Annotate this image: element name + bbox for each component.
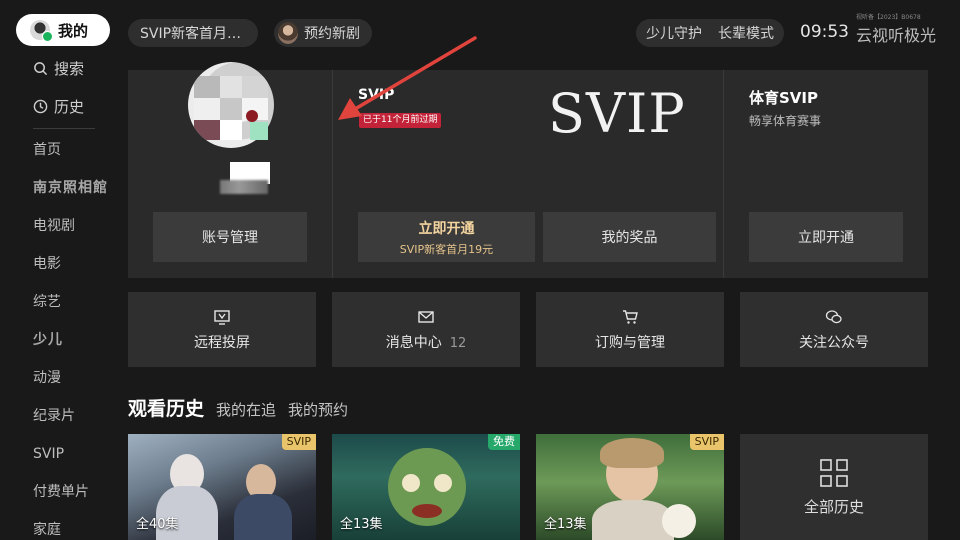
nav-item-svip[interactable]: SVIP bbox=[33, 444, 108, 482]
brand-block: 视听备【2023】B0678 云视听极光 bbox=[856, 12, 937, 46]
remote-cast-tile[interactable]: 远程投屏 bbox=[128, 292, 316, 367]
sports-svip-title: 体育SVIP bbox=[749, 89, 818, 107]
history-poster[interactable]: SVIP 全13集 bbox=[536, 434, 724, 540]
message-center-tile[interactable]: 消息中心 12 bbox=[332, 292, 520, 367]
nav-item-documentary[interactable]: 纪录片 bbox=[33, 406, 108, 444]
user-avatar-icon bbox=[30, 20, 53, 42]
nav-me[interactable]: 我的 bbox=[16, 14, 110, 46]
message-count: 12 bbox=[449, 335, 467, 351]
nav-item-anime[interactable]: 动漫 bbox=[33, 368, 108, 406]
nav-history-label: 历史 bbox=[54, 98, 85, 116]
follow-wechat-tile[interactable]: 关注公众号 bbox=[740, 292, 928, 367]
nav-item-paid-movies[interactable]: 付费单片 bbox=[33, 482, 108, 520]
history-poster[interactable]: 免费 全13集 bbox=[332, 434, 520, 540]
tab-watch-history[interactable]: 观看历史 bbox=[128, 394, 204, 421]
nav-item-variety[interactable]: 综艺 bbox=[33, 292, 108, 330]
brand-logo: 云视听极光 bbox=[856, 26, 937, 45]
kids-guard-button[interactable]: 少儿守护 bbox=[646, 23, 702, 43]
tab-reserved[interactable]: 我的预约 bbox=[288, 399, 348, 420]
open-svip-sublabel: SVIP新客首月19元 bbox=[399, 242, 494, 256]
reserve-new-series-pill[interactable]: 预约新剧 bbox=[274, 19, 372, 47]
poster-figure bbox=[434, 474, 452, 492]
nav-item-family[interactable]: 家庭 bbox=[33, 520, 108, 540]
nav-history[interactable]: 历史 bbox=[33, 96, 84, 117]
tab-following[interactable]: 我的在追 bbox=[216, 399, 276, 420]
my-prizes-button[interactable]: 我的奖品 bbox=[543, 212, 716, 262]
sports-svip-subtitle: 畅享体育赛事 bbox=[749, 114, 822, 128]
mail-icon bbox=[418, 310, 434, 323]
tv-cast-icon bbox=[214, 309, 230, 325]
orders-tile[interactable]: 订购与管理 bbox=[536, 292, 724, 367]
nav-item-tv-series[interactable]: 电视剧 bbox=[33, 216, 108, 254]
card-divider bbox=[723, 70, 724, 278]
all-history-tile[interactable]: 全部历史 bbox=[740, 434, 928, 540]
poster-figure bbox=[402, 474, 420, 492]
nav-search-label: 搜索 bbox=[54, 60, 85, 78]
remote-cast-label: 远程投屏 bbox=[194, 334, 250, 351]
account-manage-label: 账号管理 bbox=[202, 230, 258, 246]
sidebar-divider bbox=[33, 128, 95, 129]
search-icon bbox=[34, 62, 48, 76]
expiry-badge: 已于11个月前过期 bbox=[359, 113, 442, 128]
svip-badge: SVIP bbox=[281, 434, 316, 450]
svip-badge: SVIP bbox=[689, 434, 724, 450]
card-divider bbox=[332, 70, 333, 278]
nav-item-nanjing-photo-studio[interactable]: 南京照相館 bbox=[33, 178, 108, 216]
all-history-label: 全部历史 bbox=[803, 497, 864, 516]
user-avatar-mosaic bbox=[186, 62, 278, 194]
license-text: 视听备【2023】B0678 bbox=[856, 14, 921, 21]
orders-label: 订购与管理 bbox=[595, 334, 665, 351]
open-svip-label: 立即开通 bbox=[418, 220, 475, 237]
username-blurred bbox=[220, 180, 268, 194]
svip-promo-label: SVIP新客首月19元 bbox=[140, 26, 246, 42]
sidebar: 我的 搜索 历史 首页 南京照相館 电视剧 电影 综艺 少儿 动漫 纪录片 SV… bbox=[0, 0, 112, 540]
follow-wechat-label: 关注公众号 bbox=[799, 334, 869, 351]
poster-figure bbox=[600, 438, 664, 468]
open-svip-button[interactable]: 立即开通 SVIP新客首月19元 bbox=[358, 212, 535, 262]
reserve-label: 预约新剧 bbox=[304, 26, 360, 42]
nav-item-home[interactable]: 首页 bbox=[33, 140, 108, 178]
poster-figure bbox=[234, 494, 292, 540]
account-card: 账号管理 SVIP 已于11个月前过期 SVIP 立即开通 SVIP新客首月19… bbox=[128, 62, 928, 278]
nav-list: 首页 南京照相館 电视剧 电影 综艺 少儿 动漫 纪录片 SVIP 付费单片 家… bbox=[33, 140, 108, 540]
history-tabs: 观看历史 我的在追 我的预约 bbox=[128, 394, 348, 421]
elder-mode-button[interactable]: 长辈模式 bbox=[718, 23, 774, 43]
reserve-avatar-icon bbox=[278, 22, 298, 44]
free-badge: 免费 bbox=[488, 434, 520, 450]
nav-item-movies[interactable]: 电影 bbox=[33, 254, 108, 292]
open-sports-svip-button[interactable]: 立即开通 bbox=[749, 212, 903, 262]
clock: 09:53 bbox=[800, 22, 849, 42]
my-prizes-label: 我的奖品 bbox=[601, 230, 658, 246]
wechat-icon bbox=[825, 309, 842, 323]
cart-icon bbox=[623, 309, 638, 324]
episode-count: 全13集 bbox=[544, 517, 587, 532]
account-manage-button[interactable]: 账号管理 bbox=[153, 212, 307, 262]
open-sports-svip-label: 立即开通 bbox=[798, 230, 854, 246]
history-poster[interactable]: SVIP 全40集 bbox=[128, 434, 316, 540]
grid-icon bbox=[820, 458, 848, 487]
nav-item-kids[interactable]: 少儿 bbox=[33, 330, 108, 368]
svip-promo-pill[interactable]: SVIP新客首月19元 bbox=[128, 19, 258, 47]
message-center-label: 消息中心 bbox=[385, 334, 442, 351]
svip-logo: SVIP bbox=[548, 82, 686, 145]
mode-switch-pill: 少儿守护 长辈模式 bbox=[636, 19, 784, 47]
nav-search[interactable]: 搜索 bbox=[33, 58, 84, 79]
nav-me-label: 我的 bbox=[58, 21, 89, 40]
poster-figure bbox=[412, 504, 442, 518]
svip-status-title: SVIP bbox=[358, 87, 395, 103]
clock-icon bbox=[33, 99, 48, 114]
episode-count: 全40集 bbox=[136, 517, 179, 532]
poster-figure bbox=[662, 504, 696, 538]
episode-count: 全13集 bbox=[340, 517, 383, 532]
